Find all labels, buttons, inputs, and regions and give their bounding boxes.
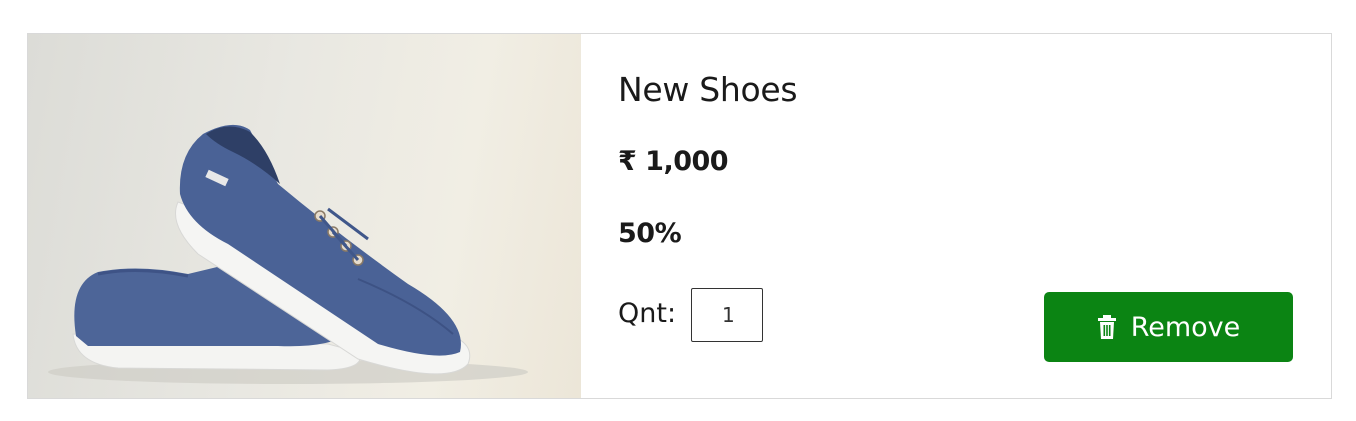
quantity-input[interactable] (691, 288, 763, 342)
product-details: New Shoes ₹ 1,000 50% Qnt: Remove (581, 34, 1331, 398)
product-discount: 50% (618, 218, 682, 249)
trash-icon (1097, 315, 1117, 339)
product-price: ₹ 1,000 (618, 146, 729, 177)
product-image (28, 34, 581, 398)
remove-button-label: Remove (1130, 311, 1241, 343)
product-title: New Shoes (618, 70, 798, 109)
cart-item-card: New Shoes ₹ 1,000 50% Qnt: Remove (27, 33, 1332, 399)
quantity-label: Qnt: (618, 298, 677, 329)
shoe-image (48, 124, 528, 384)
remove-button[interactable]: Remove (1044, 292, 1293, 362)
